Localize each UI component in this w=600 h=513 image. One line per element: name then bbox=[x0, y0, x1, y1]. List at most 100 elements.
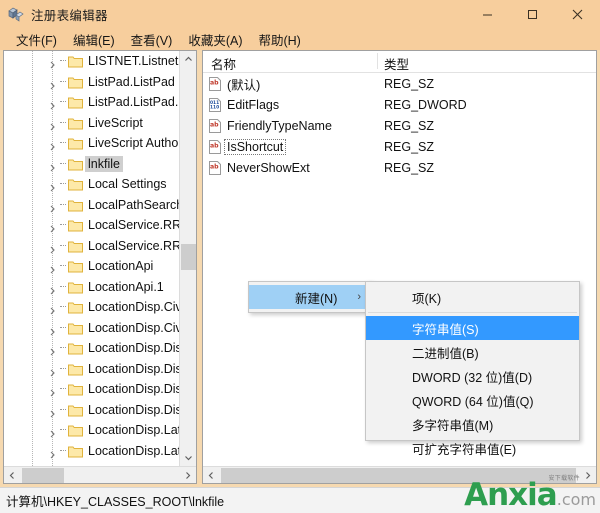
svg-text:110: 110 bbox=[210, 104, 219, 110]
list-scroll-left-button[interactable] bbox=[203, 467, 220, 484]
tree-item[interactable]: LocalService.RRLoca bbox=[4, 215, 180, 236]
context-submenu-new[interactable]: 项(K) 字符串值(S) 二进制值(B) DWORD (32 位)值(D) QW… bbox=[365, 281, 580, 441]
chevron-right-icon[interactable] bbox=[48, 364, 57, 373]
chevron-right-icon[interactable] bbox=[48, 200, 57, 209]
tree-item[interactable]: ListPad.ListPad.1 bbox=[4, 92, 180, 113]
tree-item[interactable]: LocationDisp.DispLa bbox=[4, 379, 180, 400]
tree-scroll-up-button[interactable] bbox=[180, 51, 197, 68]
folder-icon bbox=[68, 280, 83, 293]
chevron-right-icon[interactable] bbox=[48, 98, 57, 107]
chevron-right-icon[interactable] bbox=[48, 405, 57, 414]
value-type: REG_DWORD bbox=[384, 98, 467, 112]
submenu-item-binary-value[interactable]: 二进制值(B) bbox=[366, 340, 579, 364]
tree-item-label: LocationDisp.LatLor bbox=[88, 423, 180, 437]
tree-item[interactable]: LocationDisp.LatLor bbox=[4, 420, 180, 441]
tree-item[interactable]: LocalPathSearchPro bbox=[4, 195, 180, 216]
submenu-item-key[interactable]: 项(K) bbox=[366, 285, 579, 309]
tree-item-label: LocationDisp.DispLa bbox=[88, 382, 180, 396]
tree-item-label: LocationDisp.DispCi bbox=[88, 362, 180, 376]
submenu-item-string-value[interactable]: 字符串值(S) bbox=[366, 316, 579, 340]
chevron-right-icon[interactable] bbox=[48, 241, 57, 250]
chevron-right-icon[interactable] bbox=[48, 221, 57, 230]
tree-item[interactable]: LocationDisp.DispLa bbox=[4, 400, 180, 421]
submenu-item-expandable-string-value[interactable]: 可扩充字符串值(E) bbox=[366, 436, 579, 460]
tree-connector bbox=[60, 204, 66, 206]
chevron-right-icon[interactable] bbox=[48, 323, 57, 332]
folder-icon bbox=[68, 362, 83, 375]
tree-item[interactable]: LocationDisp.DispCi bbox=[4, 338, 180, 359]
tree-scroll-right-button[interactable] bbox=[179, 467, 196, 484]
registry-tree-list: LISTNET.Listnet.16ListPad.ListPadListPad… bbox=[4, 51, 180, 466]
menu-edit[interactable]: 编辑(E) bbox=[65, 28, 123, 51]
minimize-button[interactable] bbox=[465, 0, 510, 28]
value-row[interactable]: 011110EditFlagsREG_DWORD bbox=[203, 94, 596, 115]
tree-item[interactable]: LiveScript Author bbox=[4, 133, 180, 154]
chevron-right-icon[interactable] bbox=[48, 77, 57, 86]
chevron-right-icon[interactable] bbox=[48, 139, 57, 148]
tree-item[interactable]: LocationDisp.LatLor bbox=[4, 441, 180, 462]
tree-item[interactable]: lnkfile bbox=[4, 154, 180, 175]
folder-icon bbox=[68, 383, 83, 396]
menu-help[interactable]: 帮助(H) bbox=[250, 28, 308, 51]
submenu-item-dword-value[interactable]: DWORD (32 位)值(D) bbox=[366, 364, 579, 388]
chevron-right-icon[interactable] bbox=[48, 57, 57, 66]
tree-scroll-left-button[interactable] bbox=[4, 467, 21, 484]
submenu-item-binary-value-label: 二进制值(B) bbox=[412, 343, 479, 362]
tree-item[interactable]: LocationDisp.CivicA bbox=[4, 297, 180, 318]
maximize-button[interactable] bbox=[510, 0, 555, 28]
close-button[interactable] bbox=[555, 0, 600, 28]
tree-connector bbox=[60, 183, 66, 185]
value-row[interactable]: abIsShortcutREG_SZ bbox=[203, 136, 596, 157]
menu-view[interactable]: 查看(V) bbox=[123, 28, 181, 51]
dword-value-icon: 011110 bbox=[208, 98, 222, 112]
value-row[interactable]: ab(默认)REG_SZ bbox=[203, 73, 596, 94]
list-scroll-right-button[interactable] bbox=[579, 467, 596, 484]
tree-item[interactable]: LocationDisp.DispCi bbox=[4, 359, 180, 380]
registry-tree-pane[interactable]: LISTNET.Listnet.16ListPad.ListPadListPad… bbox=[3, 50, 197, 484]
tree-item[interactable]: LocalService.RRLoca bbox=[4, 236, 180, 257]
tree-item[interactable]: LISTNET.Listnet.16 bbox=[4, 51, 180, 72]
column-divider[interactable] bbox=[377, 53, 378, 69]
folder-icon bbox=[68, 219, 83, 232]
column-header-type[interactable]: 类型 bbox=[384, 54, 409, 73]
tree-item-label: lnkfile bbox=[85, 156, 123, 172]
submenu-item-multi-string-value[interactable]: 多字符串值(M) bbox=[366, 412, 579, 436]
context-menu[interactable]: 新建(N) › bbox=[248, 281, 372, 313]
tree-item[interactable]: LiveScript bbox=[4, 113, 180, 134]
status-bar: 计算机\HKEY_CLASSES_ROOT\lnkfile bbox=[0, 487, 600, 513]
tree-item[interactable]: LocationDisp.CivicA bbox=[4, 318, 180, 339]
menu-favorites[interactable]: 收藏夹(A) bbox=[180, 28, 250, 51]
tree-connector bbox=[60, 245, 66, 247]
tree-horizontal-scrollbar[interactable] bbox=[4, 466, 196, 483]
submenu-item-multi-string-value-label: 多字符串值(M) bbox=[412, 415, 493, 434]
string-value-icon: ab bbox=[208, 119, 222, 133]
value-row[interactable]: abNeverShowExtREG_SZ bbox=[203, 157, 596, 178]
chevron-right-icon[interactable] bbox=[48, 303, 57, 312]
submenu-item-qword-value[interactable]: QWORD (64 位)值(Q) bbox=[366, 388, 579, 412]
chevron-right-icon[interactable] bbox=[48, 282, 57, 291]
tree-item[interactable]: LocationApi bbox=[4, 256, 180, 277]
tree-hscrollbar-thumb[interactable] bbox=[22, 468, 64, 483]
value-name: IsShortcut bbox=[224, 139, 286, 155]
list-horizontal-scrollbar[interactable] bbox=[203, 466, 596, 483]
value-row[interactable]: abFriendlyTypeNameREG_SZ bbox=[203, 115, 596, 136]
context-menu-item-new[interactable]: 新建(N) › bbox=[249, 285, 371, 309]
chevron-right-icon[interactable] bbox=[48, 426, 57, 435]
chevron-right-icon[interactable] bbox=[48, 180, 57, 189]
tree-item[interactable]: ListPad.ListPad bbox=[4, 72, 180, 93]
chevron-right-icon[interactable] bbox=[48, 344, 57, 353]
svg-text:ab: ab bbox=[210, 79, 219, 86]
menu-file[interactable]: 文件(F) bbox=[8, 28, 65, 51]
chevron-right-icon[interactable] bbox=[48, 446, 57, 455]
tree-scrollbar-thumb[interactable] bbox=[181, 244, 196, 270]
column-header-name[interactable]: 名称 bbox=[211, 54, 236, 73]
chevron-right-icon[interactable] bbox=[48, 385, 57, 394]
chevron-right-icon[interactable] bbox=[48, 159, 57, 168]
tree-item[interactable]: Local Settings bbox=[4, 174, 180, 195]
tree-scroll-down-button[interactable] bbox=[180, 449, 197, 466]
list-hscrollbar-thumb[interactable] bbox=[221, 468, 576, 483]
tree-vertical-scrollbar[interactable] bbox=[179, 51, 196, 466]
chevron-right-icon[interactable] bbox=[48, 262, 57, 271]
tree-item[interactable]: LocationApi.1 bbox=[4, 277, 180, 298]
chevron-right-icon[interactable] bbox=[48, 118, 57, 127]
